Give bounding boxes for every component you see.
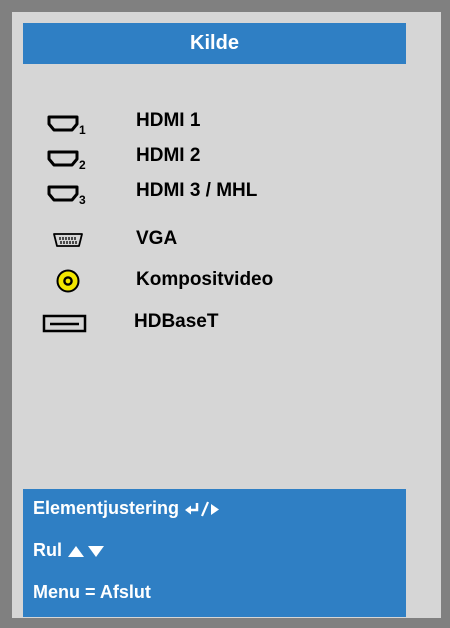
source-label: HDMI 1 xyxy=(136,110,201,131)
help-exit-line: Menu = Afslut xyxy=(33,577,151,607)
composite-video-icon xyxy=(56,269,80,293)
source-label: HDBaseT xyxy=(134,311,219,332)
source-item-kompositvideo[interactable]: Kompositvideo xyxy=(0,263,440,297)
source-item-hdmi-3-mhl[interactable]: 3 HDMI 3 / MHL xyxy=(0,174,440,208)
help-adjust-line: Elementjustering xyxy=(33,493,222,523)
help-scroll-text: Rul xyxy=(33,540,62,560)
vga-port-icon xyxy=(53,233,83,247)
source-item-hdmi-2[interactable]: 2 HDMI 2 xyxy=(0,139,440,173)
svg-text:2: 2 xyxy=(79,158,86,171)
hdmi-port-3-icon: 3 xyxy=(47,185,86,206)
source-label: VGA xyxy=(136,228,178,249)
hdmi-port-2-icon: 2 xyxy=(47,150,86,171)
up-down-arrows-icon xyxy=(68,546,105,558)
source-item-hdbaset[interactable]: HDBaseT xyxy=(0,305,440,339)
source-item-vga[interactable]: VGA xyxy=(0,222,440,256)
svg-text:3: 3 xyxy=(79,193,86,206)
hdmi-port-1-icon: 1 xyxy=(47,115,86,136)
help-scroll-line: Rul xyxy=(33,535,107,565)
enter-right-arrow-icon xyxy=(185,501,220,517)
hdbaset-port-icon xyxy=(42,314,87,333)
source-label: HDMI 2 xyxy=(136,145,201,166)
source-label: Kompositvideo xyxy=(136,269,274,290)
svg-text:1: 1 xyxy=(79,123,86,136)
help-adjust-text: Elementjustering xyxy=(33,498,180,518)
menu-title: Kilde xyxy=(23,23,406,64)
help-panel: Elementjustering Rul Menu = Afslut xyxy=(23,489,406,617)
source-label: HDMI 3 / MHL xyxy=(136,180,258,201)
help-exit-text: Menu = Afslut xyxy=(33,582,151,602)
source-item-hdmi-1[interactable]: 1 HDMI 1 xyxy=(0,104,440,138)
